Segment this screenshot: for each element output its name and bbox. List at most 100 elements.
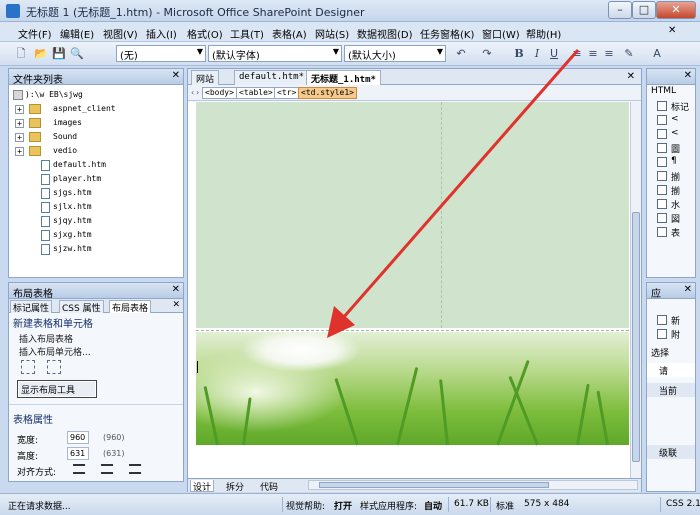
menu-window[interactable]: 窗口(W)	[482, 26, 520, 41]
close-icon[interactable]: ✕	[172, 284, 180, 295]
cascade-header[interactable]: 级联	[647, 445, 695, 459]
menu-file[interactable]: 文件(F)	[18, 26, 52, 41]
menu-view[interactable]: 视图(V)	[103, 26, 138, 41]
close-icon[interactable]: ✕	[172, 300, 180, 310]
preview-icon[interactable]: 🔍	[70, 47, 84, 61]
draw-cell-icon[interactable]	[47, 360, 61, 374]
tab-default-htm[interactable]: default.htm*	[234, 70, 310, 85]
show-layout-tool-button[interactable]: 显示布局工具	[17, 380, 97, 398]
style-app-value[interactable]: 自动	[424, 499, 442, 512]
width-field[interactable]: 960	[67, 431, 89, 444]
menu-format[interactable]: 格式(O)	[187, 26, 223, 41]
tree-item-default-htm[interactable]: default.htm	[11, 159, 181, 173]
expand-icon[interactable]: +	[15, 147, 24, 156]
tab-split-view[interactable]: 拆分	[224, 480, 246, 493]
toolbox-item[interactable]: <	[647, 127, 695, 141]
crumb-body[interactable]: <body>	[202, 87, 237, 99]
attach-style-link[interactable]: 附	[647, 327, 695, 341]
draw-table-icon[interactable]	[21, 360, 35, 374]
undo-icon[interactable]: ↶	[454, 47, 468, 61]
toolbox-item[interactable]: 标记	[647, 99, 695, 113]
toolbox-item[interactable]: 揃	[647, 169, 695, 183]
insert-layout-table-link[interactable]: 插入布局表格	[9, 332, 183, 345]
menu-site[interactable]: 网站(S)	[315, 26, 349, 41]
bold-button[interactable]: B	[512, 47, 526, 61]
underline-button[interactable]: U	[547, 47, 561, 61]
back-icon[interactable]: ‹	[191, 88, 194, 97]
align-right-icon[interactable]: ≡	[602, 47, 616, 61]
design-canvas[interactable]	[188, 102, 630, 478]
font-color-icon[interactable]: A	[650, 47, 664, 61]
italic-button[interactable]: I	[530, 47, 544, 61]
tree-item-vedio[interactable]: + vedio	[11, 145, 181, 159]
tab-design-view[interactable]: 设计	[190, 480, 215, 493]
tab-website[interactable]: 网站	[191, 70, 220, 85]
crumb-td-style1[interactable]: <td.style1>	[298, 87, 357, 99]
open-icon[interactable]: 📂	[34, 47, 48, 61]
current-page-header[interactable]: 当前	[647, 383, 695, 397]
page-dimensions[interactable]: 575 x 484	[524, 499, 569, 509]
tree-item-sjzw-htm[interactable]: sjzw.htm	[11, 243, 181, 257]
tree-item-sjqy-htm[interactable]: sjqy.htm	[11, 215, 181, 229]
redo-icon[interactable]: ↷	[480, 47, 494, 61]
menu-data-view[interactable]: 数据视图(D)	[357, 26, 413, 41]
close-icon[interactable]: ✕	[684, 70, 692, 81]
menu-tools[interactable]: 工具(T)	[230, 26, 264, 41]
font-select[interactable]: (默认字体) ▼	[208, 45, 342, 62]
close-button[interactable]: ✕	[656, 1, 696, 19]
vertical-scroll-thumb[interactable]	[632, 212, 640, 462]
toolbox-item[interactable]: 揃	[647, 183, 695, 197]
align-left-icon[interactable]	[73, 464, 85, 474]
tree-root[interactable]: ):\w EB\sjwg	[11, 89, 181, 103]
toolbox-html-row[interactable]: HTML	[647, 85, 695, 99]
expand-icon[interactable]: +	[15, 133, 24, 142]
menu-edit[interactable]: 编辑(E)	[60, 26, 94, 41]
new-style-link[interactable]: 新	[647, 313, 695, 327]
select-row[interactable]: 选择	[647, 345, 695, 359]
tree-item-sjlx-htm[interactable]: sjlx.htm	[11, 201, 181, 215]
crumb-table[interactable]: <table>	[236, 87, 276, 99]
align-center-icon[interactable]	[101, 464, 113, 474]
close-icon[interactable]: ✕	[627, 71, 635, 82]
toolbox-item[interactable]: 圖	[647, 141, 695, 155]
menu-insert[interactable]: 插入(I)	[146, 26, 177, 41]
tab-css-properties[interactable]: CSS 属性	[59, 300, 104, 314]
visual-aid-value[interactable]: 打开	[334, 499, 352, 512]
align-left-icon[interactable]: ≡	[570, 47, 584, 61]
align-center-icon[interactable]: ≡	[586, 47, 600, 61]
vertical-scrollbar[interactable]	[630, 102, 641, 478]
toolbox-item[interactable]: ¶	[647, 155, 695, 169]
toolbox-item[interactable]: 図	[647, 211, 695, 225]
clear-styles-item[interactable]: 请	[647, 363, 695, 377]
close-icon[interactable]: ✕	[684, 284, 692, 295]
help-icon[interactable]: ✕	[668, 25, 680, 37]
tree-item-player-htm[interactable]: player.htm	[11, 173, 181, 187]
highlight-icon[interactable]: ✎	[622, 47, 636, 61]
tab-layout-tables[interactable]: 布局表格	[109, 300, 152, 314]
close-icon[interactable]: ✕	[172, 70, 180, 81]
menu-task-panes[interactable]: 任务窗格(K)	[420, 26, 474, 41]
tab-code-view[interactable]: 代码	[258, 480, 280, 493]
tree-item-sjgs-htm[interactable]: sjgs.htm	[11, 187, 181, 201]
style-select[interactable]: (无) ▼	[116, 45, 206, 62]
tree-item-aspnet-client[interactable]: + aspnet_client	[11, 103, 181, 117]
maximize-button[interactable]: □	[632, 1, 656, 19]
size-select[interactable]: (默认大小) ▼	[344, 45, 446, 62]
tree-item-sjxg-htm[interactable]: sjxg.htm	[11, 229, 181, 243]
minimize-button[interactable]: –	[608, 1, 632, 19]
align-right-icon[interactable]	[129, 464, 141, 474]
toolbox-item[interactable]: <	[647, 113, 695, 127]
doc-mode[interactable]: 标准	[496, 499, 514, 512]
height-field[interactable]: 631	[67, 447, 89, 460]
tab-tag-properties[interactable]: 标记属性	[10, 300, 53, 314]
save-icon[interactable]: 💾	[52, 47, 66, 61]
toolbox-item[interactable]: 表	[647, 225, 695, 239]
expand-icon[interactable]: +	[15, 105, 24, 114]
crumb-tr[interactable]: <tr>	[274, 87, 300, 99]
horizontal-scrollbar[interactable]	[308, 480, 638, 490]
tree-item-sound[interactable]: + Sound	[11, 131, 181, 145]
menu-table[interactable]: 表格(A)	[272, 26, 307, 41]
toolbox-item[interactable]: 水	[647, 197, 695, 211]
css-schema[interactable]: CSS 2.1	[666, 499, 700, 509]
layout-cell-green[interactable]	[196, 102, 629, 328]
